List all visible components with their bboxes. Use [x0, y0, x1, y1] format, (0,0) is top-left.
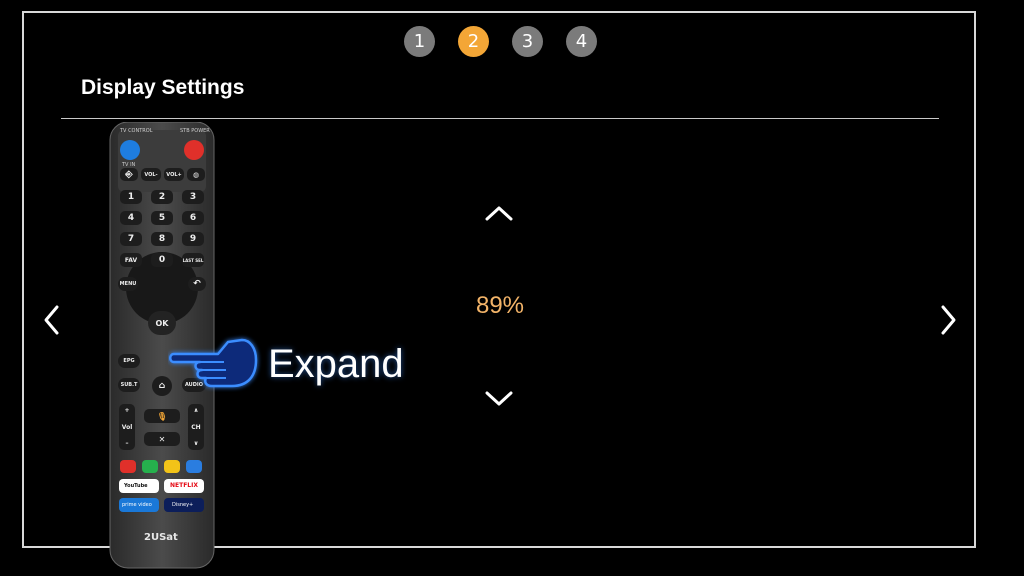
remote-epg: EPG	[118, 354, 140, 368]
step-4[interactable]: 4	[566, 26, 597, 57]
remote-vol-label: Vol	[121, 423, 133, 431]
brightness-value: 89%	[475, 292, 525, 319]
remote-digit-1: 1	[120, 190, 142, 204]
pointing-hand-icon	[169, 338, 258, 388]
page-title: Display Settings	[81, 76, 245, 99]
remote-label-tv-control: TV CONTROL	[120, 128, 153, 134]
step-1[interactable]: 1	[404, 26, 435, 57]
remote-disney: Disney+	[172, 502, 194, 508]
remote-menu: MENU	[118, 277, 138, 291]
remote-vol-minus: VOL-	[141, 168, 161, 181]
chevron-right-icon[interactable]	[938, 304, 958, 336]
remote-digit-2: 2	[151, 190, 173, 204]
remote-sub-t: SUB.T	[118, 378, 140, 392]
remote-youtube: YouTube	[124, 483, 148, 489]
remote-ch-label: CH	[191, 423, 201, 431]
remote-brand-logo: 2USat	[144, 532, 178, 543]
remote-vol-plus: VOL+	[164, 168, 184, 181]
remote-vol-rocker: + Vol –	[119, 404, 135, 450]
divider	[61, 118, 939, 119]
remote-digit-7: 7	[120, 232, 142, 246]
remote-mouse-button: ◍	[187, 168, 205, 181]
remote-digit-6: 6	[182, 211, 204, 225]
step-pager: 1 2 3 4	[404, 26, 597, 57]
step-3[interactable]: 3	[512, 26, 543, 57]
remote-digit-8: 8	[151, 232, 173, 246]
remote-mute-icon: ✕	[144, 432, 180, 446]
remote-digit-9: 9	[182, 232, 204, 246]
remote-fav: FAV	[120, 253, 142, 267]
remote-digit-5: 5	[151, 211, 173, 225]
remote-last-sel: LAST SEL	[182, 253, 204, 267]
remote-prime-video: prime video	[122, 502, 152, 508]
step-2-active[interactable]: 2	[458, 26, 489, 57]
remote-label-stb-power: STB POWER	[180, 128, 210, 134]
remote-digit-3: 3	[182, 190, 204, 204]
chevron-left-icon[interactable]	[42, 304, 62, 336]
expand-hint-label: Expand	[268, 342, 404, 386]
chevron-down-icon[interactable]	[484, 390, 514, 408]
remote-mic-icon: 🎙	[144, 409, 180, 423]
chevron-up-icon[interactable]	[484, 204, 514, 222]
remote-ch-rocker: ∧ CH ∨	[188, 404, 204, 450]
remote-netflix: NETFLIX	[170, 482, 198, 489]
remote-digit-4: 4	[120, 211, 142, 225]
remote-input-button: ⎆	[120, 168, 138, 181]
remote-back-icon: ↶	[188, 277, 206, 291]
remote-digit-0: 0	[151, 253, 173, 267]
